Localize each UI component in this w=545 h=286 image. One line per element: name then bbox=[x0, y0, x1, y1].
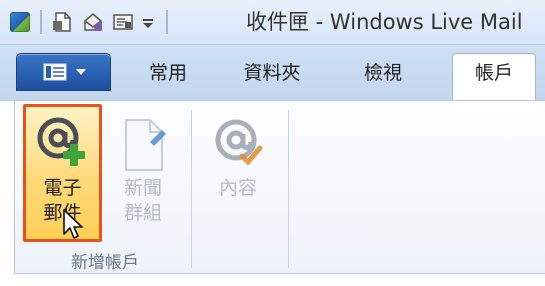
mouse-cursor-icon bbox=[63, 209, 83, 239]
properties-button-label: 內容 bbox=[218, 177, 257, 199]
at-plus-icon bbox=[37, 117, 85, 166]
tab-folders[interactable]: 資料夾 bbox=[233, 60, 311, 86]
menu-list-icon bbox=[43, 63, 67, 81]
tab-accounts[interactable]: 帳戶 bbox=[452, 53, 536, 102]
app-menu-button[interactable] bbox=[17, 54, 110, 90]
tab-accounts-label: 帳戶 bbox=[474, 62, 513, 84]
properties-button[interactable]: 內容 bbox=[198, 108, 278, 242]
newsgroup-button-label-line1: 新聞 bbox=[123, 177, 162, 199]
customize-toolbar-dropdown-icon[interactable] bbox=[140, 11, 156, 33]
windows-live-mail-icon[interactable] bbox=[10, 12, 30, 32]
group-separator bbox=[191, 110, 192, 268]
tab-home[interactable]: 常用 bbox=[140, 60, 196, 86]
group-label-new-account: 新增帳戶 bbox=[71, 253, 139, 273]
newsgroup-account-button[interactable]: 新聞 群組 bbox=[108, 108, 178, 242]
title-separator bbox=[166, 10, 168, 34]
email-button-label-line1: 電子 bbox=[43, 177, 82, 199]
new-document-icon[interactable] bbox=[52, 11, 74, 33]
chevron-down-icon bbox=[76, 69, 86, 75]
title-bar: 收件匣 - Windows Live Mail bbox=[0, 0, 545, 44]
title-separator bbox=[40, 10, 42, 34]
send-receive-icon[interactable] bbox=[112, 11, 134, 33]
reply-mail-icon[interactable] bbox=[82, 11, 104, 33]
group-separator bbox=[288, 110, 289, 268]
newsgroup-button-label-line2: 群組 bbox=[123, 202, 162, 224]
window-title: 收件匣 - Windows Live Mail bbox=[246, 10, 523, 34]
newsgroup-icon bbox=[125, 119, 166, 171]
at-check-icon bbox=[215, 119, 263, 166]
tab-view[interactable]: 檢視 bbox=[355, 60, 411, 86]
